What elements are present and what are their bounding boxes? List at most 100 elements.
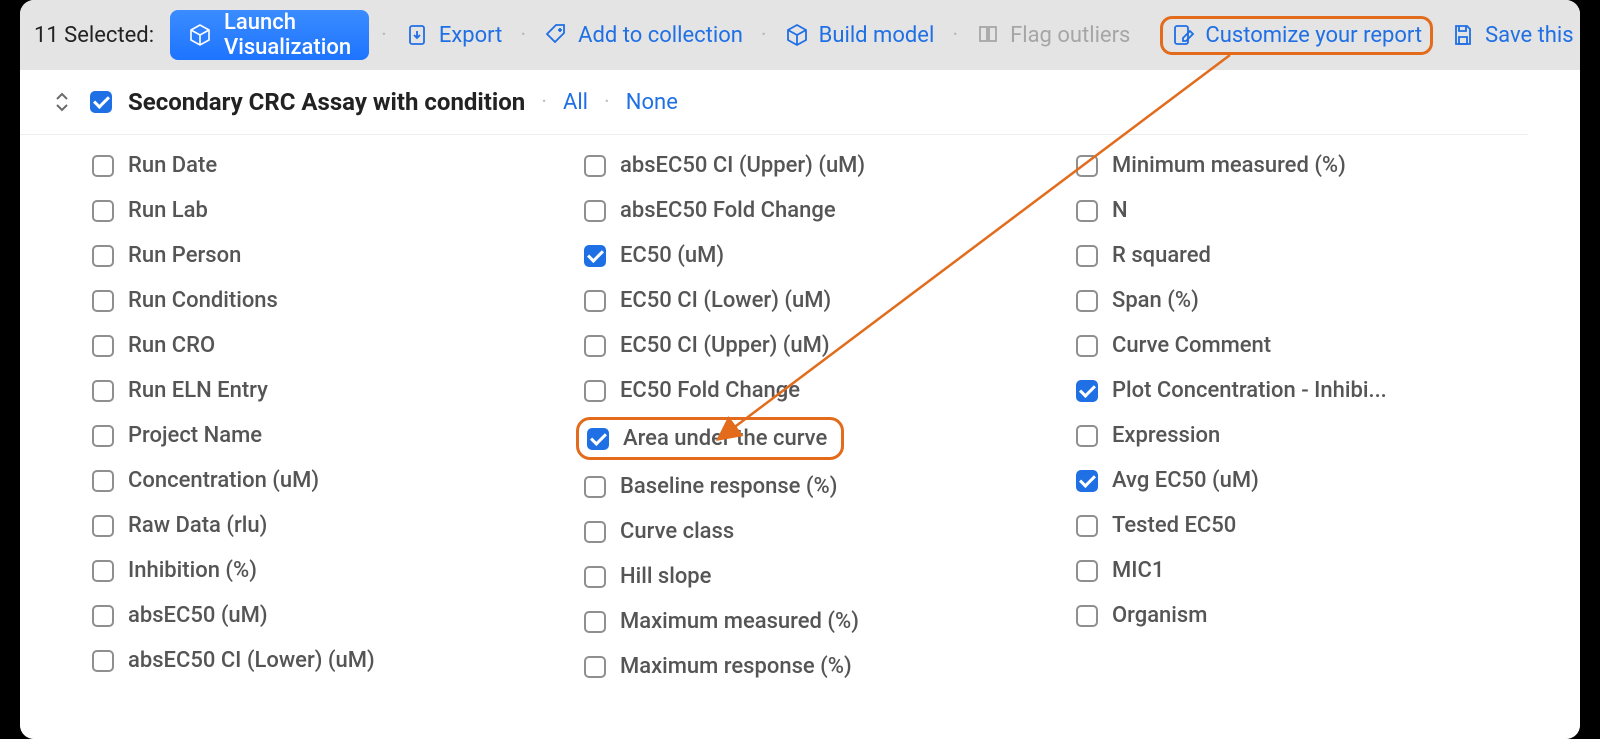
option-row[interactable]: Maximum response (%) — [584, 654, 1036, 679]
option-row[interactable]: Maximum measured (%) — [584, 609, 1036, 634]
build-model-button[interactable]: Build model — [779, 19, 941, 52]
option-row[interactable]: EC50 Fold Change — [584, 378, 1036, 403]
option-row[interactable]: Curve class — [584, 519, 1036, 544]
save-search-button[interactable]: Save this search — [1445, 19, 1580, 52]
option-label: Tested EC50 — [1112, 513, 1236, 538]
option-checkbox[interactable] — [584, 380, 606, 402]
option-row[interactable]: absEC50 CI (Lower) (uM) — [92, 648, 544, 673]
option-row[interactable]: R squared — [1076, 243, 1528, 268]
option-row[interactable]: Baseline response (%) — [584, 474, 1036, 499]
option-row[interactable]: Concentration (uM) — [92, 468, 544, 493]
option-checkbox[interactable] — [584, 611, 606, 633]
tag-plus-icon — [544, 23, 568, 47]
export-button[interactable]: Export — [399, 19, 509, 52]
option-checkbox[interactable] — [587, 428, 609, 450]
option-row[interactable]: EC50 CI (Lower) (uM) — [584, 288, 1036, 313]
option-label: EC50 (uM) — [620, 243, 724, 268]
option-row[interactable]: Plot Concentration - Inhibi... — [1076, 378, 1528, 403]
option-label: EC50 CI (Upper) (uM) — [620, 333, 830, 358]
option-checkbox[interactable] — [1076, 560, 1098, 582]
option-checkbox[interactable] — [584, 566, 606, 588]
export-icon — [405, 23, 429, 47]
option-checkbox[interactable] — [92, 470, 114, 492]
option-checkbox[interactable] — [92, 425, 114, 447]
option-label: Area under the curve — [623, 426, 827, 451]
option-checkbox[interactable] — [584, 200, 606, 222]
option-checkbox[interactable] — [584, 476, 606, 498]
option-row[interactable]: Minimum measured (%) — [1076, 153, 1528, 178]
option-label: absEC50 (uM) — [128, 603, 268, 628]
option-checkbox[interactable] — [1076, 155, 1098, 177]
option-row[interactable]: Run Date — [92, 153, 544, 178]
option-checkbox[interactable] — [92, 290, 114, 312]
option-label: Plot Concentration - Inhibi... — [1112, 378, 1387, 403]
option-row[interactable]: N — [1076, 198, 1528, 223]
option-row[interactable]: Avg EC50 (uM) — [1076, 468, 1528, 493]
option-checkbox[interactable] — [1076, 515, 1098, 537]
option-checkbox[interactable] — [584, 245, 606, 267]
option-checkbox[interactable] — [1076, 245, 1098, 267]
option-checkbox[interactable] — [92, 515, 114, 537]
select-all-link[interactable]: All — [563, 90, 588, 115]
add-to-collection-button[interactable]: Add to collection — [538, 19, 749, 52]
option-checkbox[interactable] — [584, 155, 606, 177]
option-label: Curve Comment — [1112, 333, 1271, 358]
option-checkbox[interactable] — [1076, 290, 1098, 312]
save-search-label: Save this search — [1485, 23, 1580, 48]
option-row[interactable]: Raw Data (rlu) — [92, 513, 544, 538]
option-label: Raw Data (rlu) — [128, 513, 267, 538]
customize-report-button[interactable]: Customize your report — [1171, 23, 1422, 48]
option-row[interactable]: Inhibition (%) — [92, 558, 544, 583]
option-row[interactable]: Run Conditions — [92, 288, 544, 313]
option-row[interactable]: absEC50 (uM) — [92, 603, 544, 628]
option-row[interactable]: Organism — [1076, 603, 1528, 628]
option-label: N — [1112, 198, 1128, 223]
option-row[interactable]: Run Person — [92, 243, 544, 268]
option-checkbox[interactable] — [1076, 425, 1098, 447]
customize-report-label: Customize your report — [1205, 23, 1422, 48]
option-checkbox[interactable] — [92, 650, 114, 672]
option-checkbox[interactable] — [92, 155, 114, 177]
option-checkbox[interactable] — [1076, 335, 1098, 357]
option-row[interactable]: absEC50 CI (Upper) (uM) — [584, 153, 1036, 178]
option-row[interactable]: absEC50 Fold Change — [584, 198, 1036, 223]
build-model-label: Build model — [819, 23, 935, 48]
option-checkbox[interactable] — [92, 560, 114, 582]
launch-visualization-button[interactable]: Launch Visualization — [170, 10, 369, 60]
option-checkbox[interactable] — [92, 200, 114, 222]
option-row[interactable]: Area under the curve — [576, 417, 844, 460]
option-label: Avg EC50 (uM) — [1112, 468, 1259, 493]
option-row[interactable]: Project Name — [92, 423, 544, 448]
option-row[interactable]: Run ELN Entry — [92, 378, 544, 403]
option-row[interactable]: Span (%) — [1076, 288, 1528, 313]
sort-handle-icon[interactable] — [50, 90, 74, 114]
option-checkbox[interactable] — [92, 245, 114, 267]
option-row[interactable]: Expression — [1076, 423, 1528, 448]
option-label: R squared — [1112, 243, 1211, 268]
option-checkbox[interactable] — [92, 605, 114, 627]
option-checkbox[interactable] — [584, 335, 606, 357]
edit-report-icon — [1171, 23, 1195, 47]
option-checkbox[interactable] — [92, 335, 114, 357]
option-checkbox[interactable] — [1076, 470, 1098, 492]
option-checkbox[interactable] — [1076, 200, 1098, 222]
option-row[interactable]: Run CRO — [92, 333, 544, 358]
toolbar: 11 Selected: Launch Visualization · Expo… — [20, 0, 1580, 70]
option-row[interactable]: Run Lab — [92, 198, 544, 223]
option-checkbox[interactable] — [584, 290, 606, 312]
option-row[interactable]: EC50 (uM) — [584, 243, 1036, 268]
option-row[interactable]: Tested EC50 — [1076, 513, 1528, 538]
option-checkbox[interactable] — [584, 521, 606, 543]
option-row[interactable]: EC50 CI (Upper) (uM) — [584, 333, 1036, 358]
flag-icon — [976, 23, 1000, 47]
options-column: Run Date Run Lab Run Person Run Conditions R… — [92, 153, 544, 679]
option-checkbox[interactable] — [1076, 605, 1098, 627]
option-row[interactable]: MIC1 — [1076, 558, 1528, 583]
section-checkbox[interactable] — [90, 91, 112, 113]
option-checkbox[interactable] — [1076, 380, 1098, 402]
option-row[interactable]: Curve Comment — [1076, 333, 1528, 358]
select-none-link[interactable]: None — [626, 90, 678, 115]
option-checkbox[interactable] — [92, 380, 114, 402]
option-row[interactable]: Hill slope — [584, 564, 1036, 589]
option-checkbox[interactable] — [584, 656, 606, 678]
